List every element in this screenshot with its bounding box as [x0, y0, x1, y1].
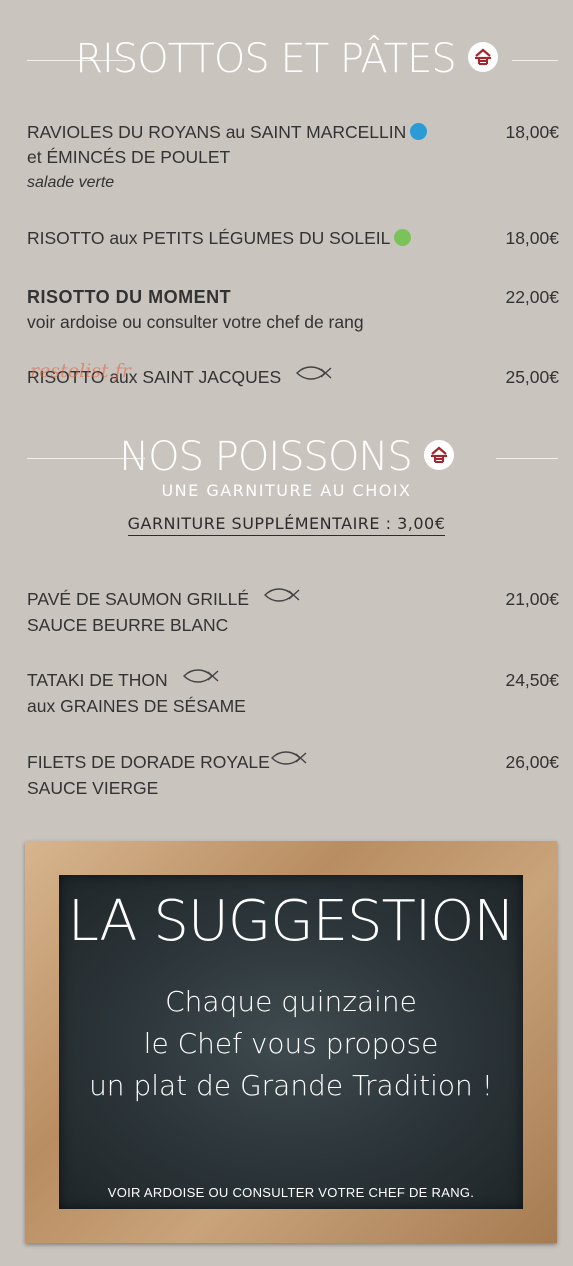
item-name: RISOTTO DU MOMENT: [27, 287, 232, 307]
house-icon: [423, 440, 454, 470]
extra-garnish-text: GARNITURE SUPPLÉMENTAIRE : 3,00€: [127, 514, 446, 536]
suggestion-line-2: le Chef vous propose: [143, 1027, 439, 1060]
item-name: TATAKI DE THON: [27, 668, 559, 694]
item-price: 18,00€: [505, 228, 559, 248]
item-name-text: TATAKI DE THON: [27, 670, 168, 690]
fish-icon: [182, 667, 220, 692]
section-header-poissons: NOS POISSONS: [0, 434, 573, 484]
item-price: 18,00€: [505, 122, 559, 142]
item-name: RAVIOLES DU ROYANS au SAINT MARCELLIN: [27, 120, 559, 145]
item-name: RISOTTO aux PETITS LÉGUMES DU SOLEIL: [27, 226, 559, 251]
item-price: 22,00€: [505, 287, 559, 307]
item-name: FILETS DE DORADE ROYALE: [27, 750, 559, 776]
item-description: SAUCE BEURRE BLANC: [27, 614, 229, 635]
item-price: 26,00€: [505, 752, 559, 772]
item-description: aux GRAINES DE SÉSAME: [27, 695, 246, 716]
green-vegetarian-icon: [394, 228, 412, 246]
fish-icon: [270, 749, 308, 774]
menu-item-saumon: PAVÉ DE SAUMON GRILLÉ 21,00€ SAUCE BEURR…: [27, 587, 559, 638]
menu-item-ravioles: RAVIOLES DU ROYANS au SAINT MARCELLIN 18…: [27, 120, 559, 195]
menu-item-dorade: FILETS DE DORADE ROYALE 26,00€ SAUCE VIE…: [27, 750, 559, 801]
section-title: NOS POISSONS: [0, 434, 573, 480]
item-price: 21,00€: [505, 589, 559, 609]
item-name-text: FILETS DE DORADE ROYALE: [27, 752, 270, 772]
item-name-text: PAVÉ DE SAUMON GRILLÉ: [27, 589, 250, 609]
section-title-text: RISOTTOS ET PÂTES: [75, 36, 457, 82]
menu-item-risotto-moment: RISOTTO DU MOMENT 22,00€ voir ardoise ou…: [27, 285, 559, 335]
suggestion-footer: VOIR ARDOISE OU CONSULTER VOTRE CHEF DE …: [107, 1185, 475, 1200]
fish-icon: [263, 586, 301, 611]
watermark: restolist.fr: [30, 360, 131, 382]
house-icon: [467, 42, 498, 72]
section-title: RISOTTOS ET PÂTES: [0, 36, 573, 82]
item-name-text: RISOTTO aux PETITS LÉGUMES DU SOLEIL: [27, 228, 391, 248]
section-title-text: NOS POISSONS: [119, 434, 412, 480]
menu-item-risotto-legumes: RISOTTO aux PETITS LÉGUMES DU SOLEIL 18,…: [27, 226, 559, 251]
item-name-line2: et ÉMINCÉS DE POULET: [27, 147, 231, 167]
item-price: 24,50€: [505, 670, 559, 690]
menu-item-thon: TATAKI DE THON 24,50€ aux GRAINES DE SÉS…: [27, 668, 559, 719]
item-name: PAVÉ DE SAUMON GRILLÉ: [27, 587, 559, 613]
suggestion-line-1: Chaque quinzaine: [165, 985, 417, 1018]
item-price: 25,00€: [505, 367, 559, 387]
suggestion-line-3: un plat de Grande Tradition !: [89, 1069, 493, 1102]
chalkboard: LA SUGGESTION Chaque quinzaine le Chef v…: [59, 875, 523, 1209]
item-description: SAUCE VIERGE: [27, 777, 159, 798]
chalkboard-frame: LA SUGGESTION Chaque quinzaine le Chef v…: [25, 841, 557, 1243]
extra-garnish: GARNITURE SUPPLÉMENTAIRE : 3,00€: [0, 514, 573, 536]
section-subtitle: UNE GARNITURE AU CHOIX: [161, 481, 412, 500]
suggestion-title: LA SUGGESTION: [67, 889, 516, 954]
item-description: salade verte: [27, 174, 115, 191]
item-description: voir ardoise ou consulter votre chef de …: [27, 312, 364, 332]
item-name-text: RAVIOLES DU ROYANS au SAINT MARCELLIN: [27, 122, 407, 142]
fish-icon: [295, 364, 333, 389]
blue-badge-icon: [410, 122, 428, 140]
section-header-risottos: RISOTTOS ET PÂTES: [0, 36, 573, 86]
